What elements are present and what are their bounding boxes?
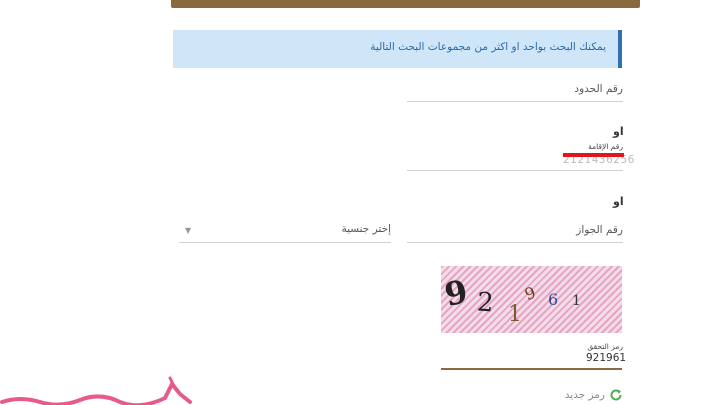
refresh-icon xyxy=(610,389,622,401)
nationality-select-value: إختر جنسية xyxy=(341,223,391,235)
captcha-digit-5: 6 xyxy=(548,290,559,309)
captcha-digit-1: 9 xyxy=(441,272,471,314)
or-label-1: او xyxy=(613,125,624,138)
captcha-digit-4: 9 xyxy=(522,282,539,305)
watermark-logo xyxy=(0,376,192,405)
new-code-button[interactable]: رمز جديد xyxy=(555,388,623,404)
captcha-input[interactable] xyxy=(441,368,622,370)
nationality-underline xyxy=(179,242,391,243)
redaction-mark xyxy=(563,153,624,157)
info-alert: يمكنك البحث بواحد او اكثر من مجموعات الب… xyxy=(173,30,622,68)
captcha-digit-3: 1 xyxy=(508,302,522,327)
captcha-image: 9 2 1 9 6 1 xyxy=(441,266,622,333)
info-text: يمكنك البحث بواحد او اكثر من مجموعات الب… xyxy=(370,41,606,53)
captcha-label: رمز التحقق xyxy=(587,342,623,351)
border-number-input[interactable] xyxy=(407,101,623,102)
or-label-2: او xyxy=(613,195,624,208)
captcha-input-value[interactable]: 921961 xyxy=(586,352,626,364)
captcha-digit-2: 2 xyxy=(475,287,495,319)
border-number-label: رقم الحدود xyxy=(574,83,623,95)
chevron-down-icon: ▼ xyxy=(185,226,192,235)
nationality-select[interactable]: إختر جنسية ▼ xyxy=(179,218,391,243)
new-code-label: رمز جديد xyxy=(564,389,605,401)
top-banner xyxy=(171,0,640,8)
passport-label: رقم الجواز xyxy=(576,224,623,236)
iqama-input[interactable] xyxy=(407,170,623,171)
passport-input[interactable] xyxy=(407,242,623,243)
iqama-label: رقم الإقامة xyxy=(588,142,623,151)
captcha-digit-6: 1 xyxy=(572,293,581,309)
